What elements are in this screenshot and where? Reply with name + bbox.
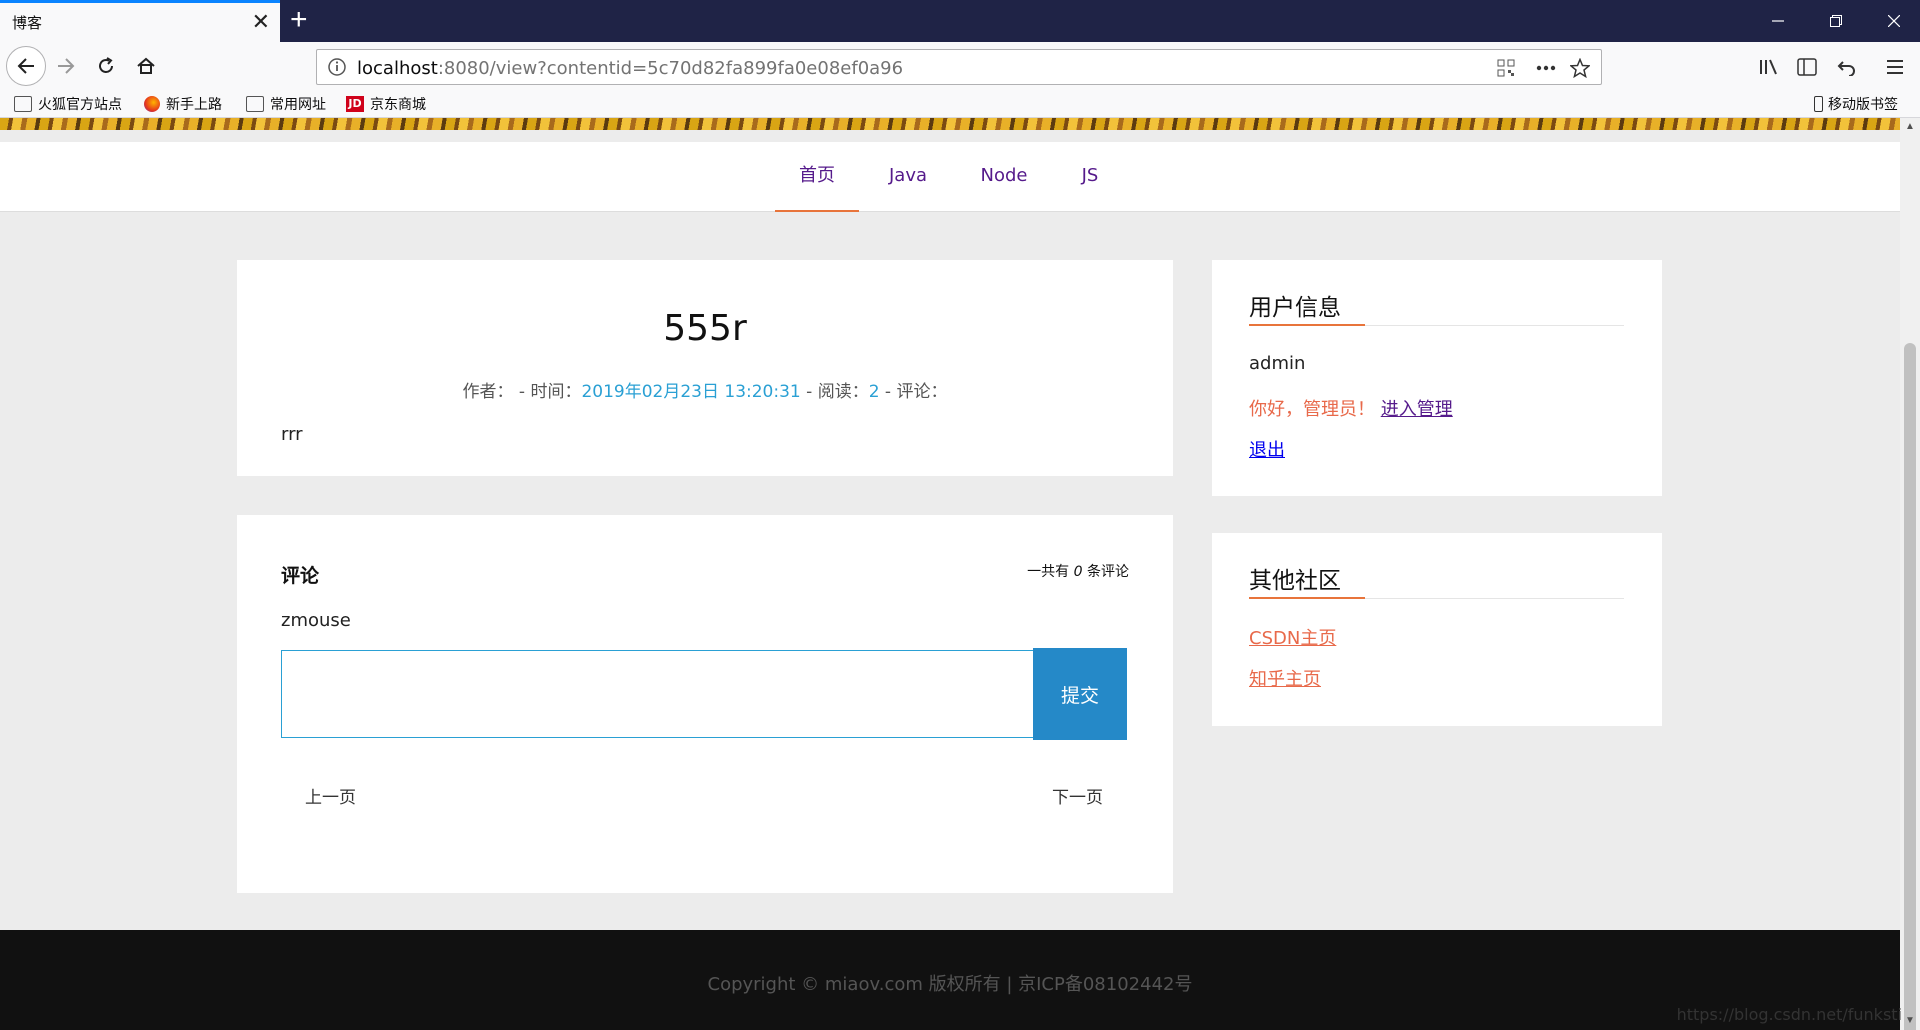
reload-button[interactable] bbox=[86, 46, 126, 86]
comment-input[interactable] bbox=[281, 650, 1035, 738]
title-underline bbox=[1249, 324, 1365, 326]
bookmark-item[interactable]: 火狐官方站点 bbox=[14, 94, 122, 114]
undo-icon[interactable] bbox=[1834, 54, 1860, 80]
nav-item-home[interactable]: 首页 bbox=[775, 142, 859, 212]
bookmark-label: 京东商城 bbox=[370, 97, 426, 113]
sidebar-icon[interactable] bbox=[1794, 54, 1820, 80]
csdn-link[interactable]: CSDN主页 bbox=[1249, 628, 1336, 649]
url-path: :8080/view?contentid=5c70d82fa899fa0e08e… bbox=[437, 58, 904, 79]
site-info-icon[interactable] bbox=[327, 57, 347, 82]
admin-greeting: 你好，管理员！ bbox=[1249, 399, 1375, 420]
meta-time-label: - 时间： bbox=[513, 382, 582, 402]
bookmark-item[interactable]: 常用网址 bbox=[246, 94, 326, 114]
reload-icon bbox=[99, 57, 113, 73]
comment-count-suffix: 条评论 bbox=[1082, 564, 1129, 580]
scroll-thumb[interactable] bbox=[1904, 343, 1916, 1030]
forward-button[interactable] bbox=[46, 46, 86, 86]
restore-icon[interactable] bbox=[1816, 6, 1856, 36]
community-title: 其他社区 bbox=[1249, 568, 1341, 594]
hamburger-menu-icon[interactable] bbox=[1882, 54, 1908, 80]
mobile-bookmarks[interactable]: 移动版书签 bbox=[1814, 94, 1898, 114]
close-window-icon[interactable] bbox=[1874, 6, 1914, 36]
browser-tab[interactable]: 博客 ✕ bbox=[0, 0, 280, 42]
back-arrow-icon bbox=[17, 58, 34, 74]
comments-card: 评论 一共有 0 条评论 zmouse 提交 上一页 下一页 bbox=[237, 515, 1173, 893]
username: admin bbox=[1249, 353, 1306, 374]
comment-username: zmouse bbox=[281, 610, 351, 631]
firefox-icon bbox=[144, 96, 160, 112]
forward-arrow-icon bbox=[58, 58, 75, 74]
tab-close-icon[interactable]: ✕ bbox=[252, 10, 270, 34]
mobile-bookmarks-label: 移动版书签 bbox=[1828, 97, 1898, 113]
meta-reads-label: - 阅读： bbox=[800, 382, 869, 402]
jd-icon: JD bbox=[346, 96, 364, 112]
meta-time: 2019年02月23日 13:20:31 bbox=[581, 382, 801, 402]
folder-icon bbox=[246, 96, 264, 112]
library-icon[interactable] bbox=[1756, 54, 1782, 80]
bookmark-item[interactable]: 新手上路 bbox=[144, 94, 222, 114]
back-button[interactable] bbox=[6, 46, 46, 86]
browser-navbar: localhost:8080/view?contentid=5c70d82fa8… bbox=[0, 42, 1920, 90]
article-body: rrr bbox=[281, 424, 303, 445]
next-page-link[interactable]: 下一页 bbox=[1052, 783, 1103, 808]
zhihu-link[interactable]: 知乎主页 bbox=[1249, 669, 1321, 690]
meta-comments-label: - 评论： bbox=[879, 382, 948, 402]
home-icon bbox=[137, 57, 155, 74]
page-footer: Copyright © miaov.com 版权所有 | 京ICP备081024… bbox=[0, 930, 1900, 1030]
browser-titlebar: 博客 ✕ + bbox=[0, 0, 1920, 42]
copyright-text: Copyright © miaov.com 版权所有 | 京ICP备081024… bbox=[707, 974, 1193, 995]
prev-page-link[interactable]: 上一页 bbox=[305, 783, 356, 808]
article-meta: 作者： - 时间：2019年02月23日 13:20:31 - 阅读：2 - 评… bbox=[237, 377, 1173, 402]
community-link-row: 知乎主页 bbox=[1249, 665, 1321, 691]
bookmark-item[interactable]: JD 京东商城 bbox=[346, 94, 426, 114]
comments-heading: 评论 bbox=[281, 565, 320, 587]
comment-count-value: 0 bbox=[1073, 564, 1083, 580]
page-viewport: 首页 Java Node JS 555r 作者： - 时间：2019年02月23… bbox=[0, 118, 1900, 1030]
bookmark-label: 火狐官方站点 bbox=[38, 97, 122, 113]
url-text[interactable]: localhost:8080/view?contentid=5c70d82fa8… bbox=[357, 58, 903, 79]
meta-author-label: 作者： bbox=[462, 382, 514, 402]
scroll-down-icon[interactable]: ▼ bbox=[1900, 1012, 1920, 1030]
admin-greeting-row: 你好，管理员！ 进入管理 bbox=[1249, 395, 1453, 421]
comment-count-prefix: 一共有 bbox=[1027, 564, 1074, 580]
comment-count: 一共有 0 条评论 bbox=[1027, 561, 1129, 581]
article-title: 555r bbox=[663, 308, 747, 349]
csdn-watermark: https://blog.csdn.net/funksti bbox=[1676, 1005, 1902, 1024]
title-underline bbox=[1249, 597, 1365, 599]
user-info-panel: 用户信息 admin 你好，管理员！ 进入管理 退出 bbox=[1212, 260, 1662, 496]
nav-item-node[interactable]: Node bbox=[970, 142, 1038, 212]
scroll-up-icon[interactable]: ▲ bbox=[1900, 118, 1920, 136]
enter-admin-link[interactable]: 进入管理 bbox=[1381, 399, 1453, 420]
folder-icon bbox=[14, 96, 32, 112]
logout-row: 退出 bbox=[1249, 436, 1285, 462]
mobile-device-icon bbox=[1814, 96, 1823, 112]
submit-button[interactable]: 提交 bbox=[1033, 648, 1127, 740]
other-community-panel: 其他社区 CSDN主页 知乎主页 bbox=[1212, 533, 1662, 726]
url-bar[interactable]: localhost:8080/view?contentid=5c70d82fa8… bbox=[316, 49, 1602, 85]
url-host: localhost bbox=[357, 58, 438, 79]
logout-link[interactable]: 退出 bbox=[1249, 440, 1285, 461]
home-button[interactable] bbox=[126, 46, 166, 86]
community-link-row: CSDN主页 bbox=[1249, 624, 1336, 650]
nav-item-java[interactable]: Java bbox=[878, 142, 938, 212]
bookmark-label: 新手上路 bbox=[166, 97, 222, 113]
minimize-icon[interactable] bbox=[1758, 6, 1798, 36]
page-scrollbar[interactable]: ▲ ▼ bbox=[1900, 118, 1920, 1030]
bookmark-star-icon[interactable] bbox=[1569, 57, 1591, 79]
tab-title: 博客 bbox=[12, 14, 43, 32]
bookmark-label: 常用网址 bbox=[270, 97, 326, 113]
new-tab-button[interactable]: + bbox=[290, 4, 308, 36]
meta-reads: 2 bbox=[868, 382, 880, 402]
bookmarks-toolbar: 火狐官方站点 新手上路 常用网址 JD 京东商城 移动版书签 bbox=[0, 90, 1920, 118]
header-banner-image bbox=[0, 118, 1900, 130]
article-card: 555r 作者： - 时间：2019年02月23日 13:20:31 - 阅读：… bbox=[237, 260, 1173, 476]
qr-code-icon[interactable] bbox=[1495, 57, 1517, 79]
page-actions-icon[interactable] bbox=[1535, 57, 1557, 79]
user-info-title: 用户信息 bbox=[1249, 295, 1341, 321]
nav-item-js[interactable]: JS bbox=[1070, 142, 1110, 212]
site-nav: 首页 Java Node JS bbox=[0, 142, 1900, 212]
